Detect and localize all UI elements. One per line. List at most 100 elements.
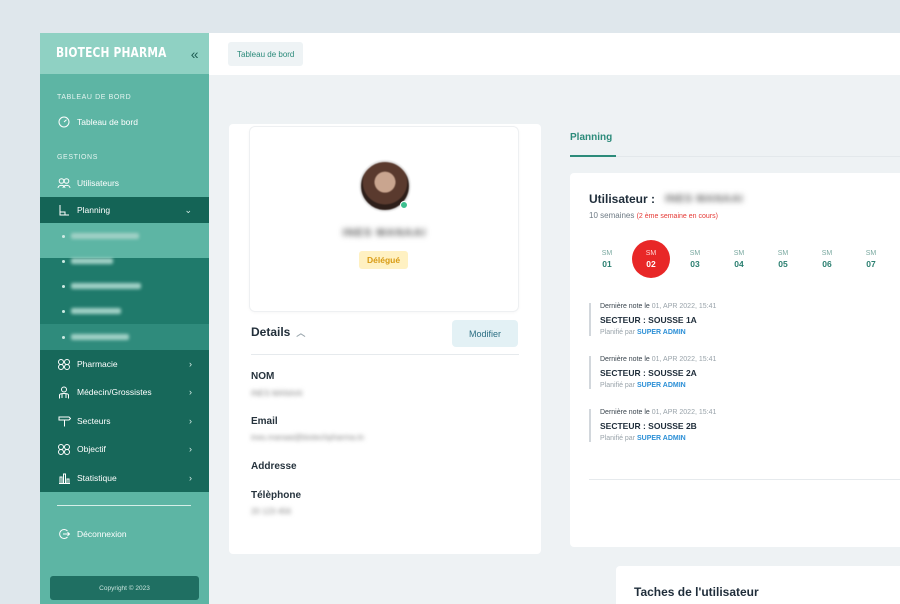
section-label-dashboard: TABLEAU DE BORD (57, 94, 132, 101)
planning-note[interactable]: Dernière note le 01, APR 2022, 15:41 SEC… (589, 303, 889, 336)
note-planned-by: Planifié par SUPER ADMIN (600, 329, 889, 336)
details-toggle[interactable]: Details ︿ (251, 325, 305, 339)
sidebar-item-utilisateurs[interactable]: Utilisateurs (40, 175, 209, 191)
sidebar-item-label: Secteurs (77, 416, 111, 426)
planned-by-label: Planifié par (600, 329, 636, 336)
week-06[interactable]: SM 06 (808, 240, 846, 278)
planning-note[interactable]: Dernière note le 01, APR 2022, 15:41 SEC… (589, 409, 889, 442)
planned-by-user: SUPER ADMIN (636, 382, 686, 389)
copyright: Copyright © 2023 (50, 576, 199, 600)
note-meta-label: Dernière note le (600, 303, 650, 310)
note-date: 01, APR 2022, 15:41 (651, 303, 717, 310)
sidebar-item-label: Utilisateurs (77, 178, 120, 188)
details-title: Details (251, 325, 291, 339)
weeks-current: (2 ème semaine en cours) (636, 213, 718, 220)
pharmacy-icon (57, 357, 71, 371)
divider (251, 354, 519, 355)
user-name: INES MANAAI (342, 227, 427, 239)
chevron-up-icon: ︿ (296, 327, 306, 338)
week-label: SM (777, 250, 789, 257)
sidebar-item-label: Pharmacie (77, 359, 118, 369)
week-number: 05 (778, 259, 788, 269)
double-chevron-left-icon[interactable]: « (191, 46, 199, 62)
planning-user-label: Utilisateur : (589, 192, 656, 206)
sidebar-divider (57, 505, 191, 506)
week-label: SM (601, 250, 613, 257)
sidebar-item-medecin[interactable]: Médecin/Grossistes › (40, 384, 209, 400)
planning-note[interactable]: Dernière note le 01, APR 2022, 15:41 SEC… (589, 356, 889, 389)
bullet-icon (62, 309, 65, 313)
submenu-item[interactable] (62, 258, 113, 264)
bullet-icon (62, 335, 65, 339)
blurred-name (71, 258, 113, 264)
submenu-item-active[interactable] (62, 334, 129, 340)
note-date: 01, APR 2022, 15:41 (651, 409, 717, 416)
chevron-right-icon: › (189, 444, 192, 454)
week-05[interactable]: SM 05 (764, 240, 802, 278)
sidebar-item-label: Médecin/Grossistes (77, 387, 152, 397)
week-label: SM (821, 250, 833, 257)
sidebar-item-objectif[interactable]: Objectif › (40, 441, 209, 457)
week-label: SM (645, 250, 657, 257)
planned-by-label: Planifié par (600, 435, 636, 442)
tab-planning[interactable]: Planning (570, 132, 612, 143)
chevron-right-icon: › (189, 473, 192, 483)
week-number: 04 (734, 259, 744, 269)
planning-icon (57, 203, 71, 217)
week-02[interactable]: SM 02 (632, 240, 670, 278)
planned-by-user: SUPER ADMIN (636, 435, 686, 442)
field-value-nom: INES MANAAI (251, 389, 303, 398)
sidebar-item-secteurs[interactable]: Secteurs › (40, 413, 209, 429)
field-label-email: Email (251, 416, 278, 427)
profile-card: INES MANAAI Délégué Details ︿ Modifier N… (229, 124, 541, 554)
topbar: Tableau de bord (209, 33, 900, 75)
week-label: SM (865, 250, 877, 257)
blurred-name (71, 334, 129, 340)
chevron-down-icon: ⌄ (184, 204, 192, 215)
objective-icon (57, 442, 71, 456)
logout-label: Déconnexion (77, 529, 127, 539)
brand-header: BIOTECH PHARMA « (40, 33, 209, 74)
sidebar-item-planning[interactable]: Planning ⌄ (40, 197, 209, 223)
signpost-icon (57, 414, 71, 428)
note-meta-label: Dernière note le (600, 409, 650, 416)
field-value-email: ines.manaai@biotechpharma.tn (251, 433, 365, 442)
section-label-gestions: GESTIONS (57, 154, 98, 161)
note-meta: Dernière note le 01, APR 2022, 15:41 (600, 356, 889, 363)
note-meta: Dernière note le 01, APR 2022, 15:41 (600, 303, 889, 310)
submenu-item[interactable] (62, 233, 139, 239)
logout-button[interactable]: Déconnexion (40, 526, 209, 542)
chevron-right-icon: › (189, 387, 192, 397)
blurred-name (71, 233, 139, 239)
breadcrumb[interactable]: Tableau de bord (228, 42, 304, 66)
planned-by-label: Planifié par (600, 382, 636, 389)
sidebar-item-pharmacie[interactable]: Pharmacie › (40, 356, 209, 372)
tab-baseline (616, 156, 900, 157)
sidebar-item-label: Objectif (77, 444, 106, 454)
tasks-card: Taches de l'utilisateur (616, 566, 900, 604)
online-status-icon (400, 201, 408, 209)
week-label: SM (689, 250, 701, 257)
week-01[interactable]: SM 01 (588, 240, 626, 278)
sidebar-item-statistique[interactable]: Statistique › (40, 470, 209, 486)
week-04[interactable]: SM 04 (720, 240, 758, 278)
note-sector: SECTEUR : SOUSSE 1A (600, 315, 697, 325)
week-07[interactable]: SM 07 (852, 240, 890, 278)
note-meta-label: Dernière note le (600, 356, 650, 363)
field-label-phone: Télèphone (251, 490, 302, 501)
chevron-right-icon: › (189, 359, 192, 369)
users-icon (57, 176, 71, 190)
sidebar-item-label: Statistique (77, 473, 117, 483)
modify-button[interactable]: Modifier (452, 320, 518, 347)
gauge-icon (57, 115, 71, 129)
logout-icon (57, 527, 71, 541)
tasks-title: Taches de l'utilisateur (634, 585, 759, 599)
field-label-nom: NOM (251, 371, 275, 382)
submenu-item[interactable] (62, 283, 141, 289)
sidebar-item-dashboard[interactable]: Tableau de bord (40, 114, 209, 130)
planning-user-name: INES MANAAI (665, 193, 744, 205)
submenu-item[interactable] (62, 308, 121, 314)
week-03[interactable]: SM 03 (676, 240, 714, 278)
sidebar-item-label: Tableau de bord (77, 117, 138, 127)
divider (589, 479, 900, 480)
